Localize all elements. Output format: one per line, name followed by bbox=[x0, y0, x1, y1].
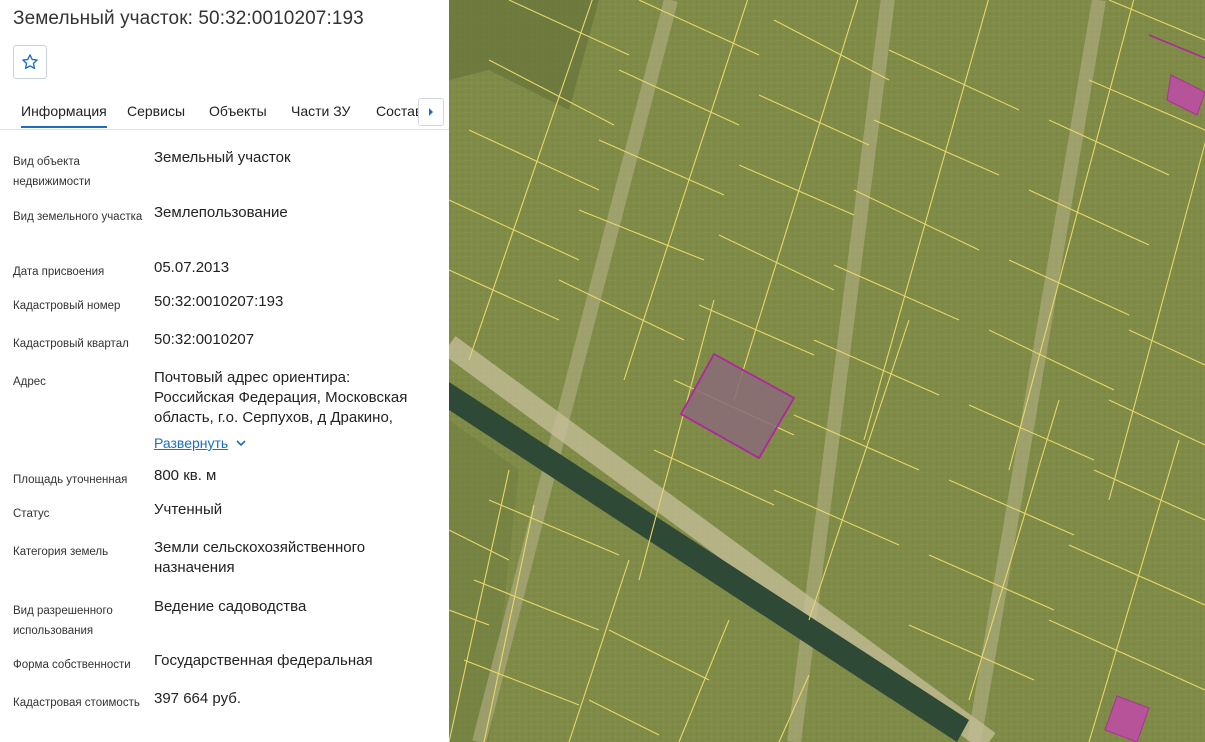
field-label: Кадастровый номер bbox=[13, 300, 121, 312]
field-value: Учтенный bbox=[154, 501, 223, 518]
satellite-map[interactable] bbox=[449, 0, 1205, 742]
field-label: Категория земель bbox=[13, 546, 109, 558]
tab-objects[interactable]: Объекты bbox=[209, 103, 267, 119]
field-value: 50:32:0010207 bbox=[154, 331, 255, 348]
field-value: 800 кв. м bbox=[154, 467, 217, 484]
field-value: Ведение садоводства bbox=[154, 598, 307, 615]
field-label: Кадастровая стоимость bbox=[13, 697, 140, 709]
field-value: Почтовый адрес ориентира: Российская Фед… bbox=[154, 369, 408, 426]
field-label: Площадь уточненная bbox=[13, 474, 128, 486]
favorite-button[interactable] bbox=[13, 45, 47, 79]
field-label: Вид земельного участка bbox=[13, 211, 143, 223]
field-label: Вид объекта недвижимости bbox=[13, 156, 91, 188]
tab-composition[interactable]: Состав bbox=[376, 103, 422, 119]
field-value: 50:32:0010207:193 bbox=[154, 293, 284, 310]
field-label: Вид разрешенного использования bbox=[13, 605, 113, 637]
field-label: Статус bbox=[13, 508, 50, 520]
chevron-down-icon bbox=[236, 439, 246, 446]
tab-parts[interactable]: Части ЗУ bbox=[291, 103, 350, 119]
info-panel: Земельный участок: 50:32:0010207:193 Инф… bbox=[0, 0, 449, 742]
star-outline-icon bbox=[22, 54, 38, 70]
tabs-bar: Информация Сервисы Объекты Части ЗУ Сост… bbox=[0, 98, 449, 130]
tab-services[interactable]: Сервисы bbox=[127, 103, 185, 119]
field-value: Государственная федеральная bbox=[154, 652, 373, 669]
field-value: Землепользование bbox=[154, 204, 288, 221]
field-label: Кадастровый квартал bbox=[13, 338, 129, 350]
field-label: Дата присвоения bbox=[13, 266, 105, 278]
expand-link[interactable]: Развернуть bbox=[154, 435, 228, 451]
page-title: Земельный участок: 50:32:0010207:193 bbox=[13, 8, 364, 29]
tab-information[interactable]: Информация bbox=[21, 103, 107, 128]
field-label: Адрес bbox=[13, 376, 46, 388]
field-value: Земельный участок bbox=[154, 149, 291, 166]
field-value: Земли сельскохозяйственного назначения bbox=[154, 539, 366, 576]
field-value: 397 664 руб. bbox=[154, 690, 241, 707]
tabs-scroll-button[interactable] bbox=[418, 98, 444, 126]
field-label: Форма собственности bbox=[13, 659, 131, 671]
expand-toggle[interactable]: Развернуть bbox=[154, 435, 246, 451]
field-value: 05.07.2013 bbox=[154, 259, 230, 276]
map-view[interactable] bbox=[449, 0, 1205, 742]
caret-right-icon bbox=[429, 108, 433, 116]
